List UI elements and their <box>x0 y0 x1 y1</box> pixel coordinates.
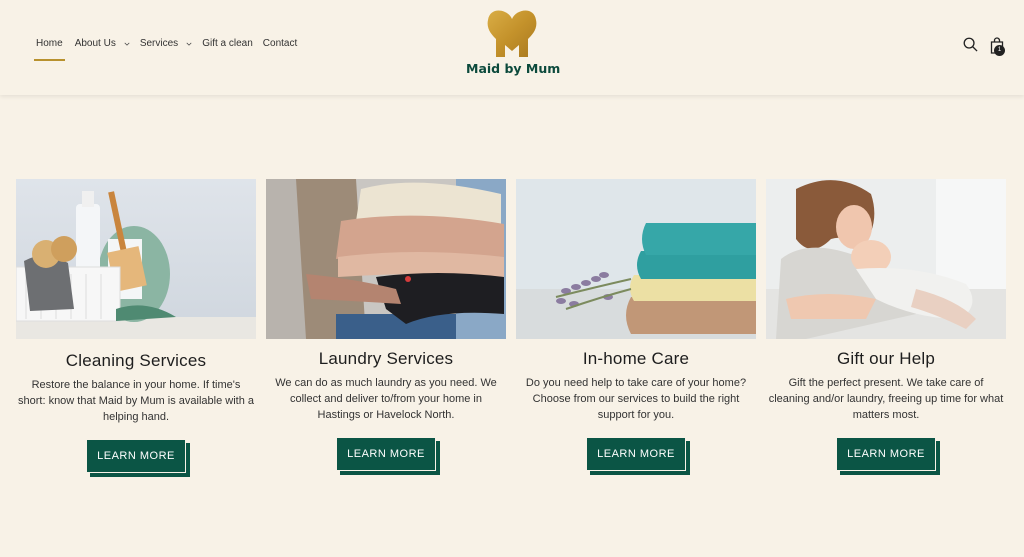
card-title: Cleaning Services <box>65 351 207 370</box>
chevron-down-icon <box>186 42 192 46</box>
heart-logo-icon <box>487 10 537 57</box>
folded-laundry-image <box>266 179 506 339</box>
nav-item-home[interactable]: Home <box>34 38 65 61</box>
nav-item-contact[interactable]: Contact <box>263 38 297 49</box>
nav-item-label: Gift a clean <box>202 38 253 49</box>
card-title: In-home Care <box>582 349 690 368</box>
learn-more-button[interactable]: LEARN MORE <box>586 437 686 471</box>
cart-count-badge: 1 <box>994 45 1005 56</box>
card-description: Restore the balance in your home. If tim… <box>18 379 254 423</box>
learn-more-button[interactable]: LEARN MORE <box>86 439 186 473</box>
mother-and-baby-image <box>766 179 1006 339</box>
learn-more-button[interactable]: LEARN MORE <box>336 437 436 471</box>
brand-name: Maid by Mum <box>466 61 561 76</box>
search-icon[interactable] <box>963 37 978 52</box>
nav-item-label: Home <box>36 38 63 49</box>
card-description: Gift the perfect present. We take care o… <box>768 377 1004 421</box>
service-card-cleaning: Cleaning Services Restore the balance in… <box>16 179 256 477</box>
service-card-laundry: Laundry Services We can do as much laund… <box>266 179 506 475</box>
chevron-down-icon <box>124 42 130 46</box>
learn-more-button-wrap: LEARN MORE <box>836 437 940 475</box>
nav-item-label: About Us <box>74 38 116 49</box>
cleaning-supplies-image <box>16 179 256 339</box>
card-title: Laundry Services <box>318 349 454 368</box>
site-logo[interactable]: Maid by Mum <box>466 7 561 76</box>
nav-item-label: Contact <box>262 38 298 49</box>
service-card-in-home-care: In-home Care Do you need help to take ca… <box>516 179 756 475</box>
nav-item-label: Services <box>139 38 179 49</box>
learn-more-button-wrap: LEARN MORE <box>86 439 190 477</box>
learn-more-button-wrap: LEARN MORE <box>336 437 440 475</box>
card-description: Do you need help to take care of your ho… <box>525 377 747 421</box>
card-description: We can do as much laundry as you need. W… <box>275 377 497 421</box>
learn-more-button-wrap: LEARN MORE <box>586 437 690 475</box>
main-nav: Home About Us Services Gift a clean Cont… <box>34 38 307 61</box>
site-header: Home About Us Services Gift a clean Cont… <box>0 0 1024 95</box>
service-card-gift-our-help: Gift our Help Gift the perfect present. … <box>766 179 1006 475</box>
nav-item-gift-a-clean[interactable]: Gift a clean <box>202 38 253 49</box>
learn-more-button[interactable]: LEARN MORE <box>836 437 936 471</box>
towel-stack-image <box>516 179 756 339</box>
card-title: Gift our Help <box>836 349 936 368</box>
nav-item-about-us[interactable]: About Us <box>75 38 130 49</box>
nav-item-services[interactable]: Services <box>140 38 192 49</box>
